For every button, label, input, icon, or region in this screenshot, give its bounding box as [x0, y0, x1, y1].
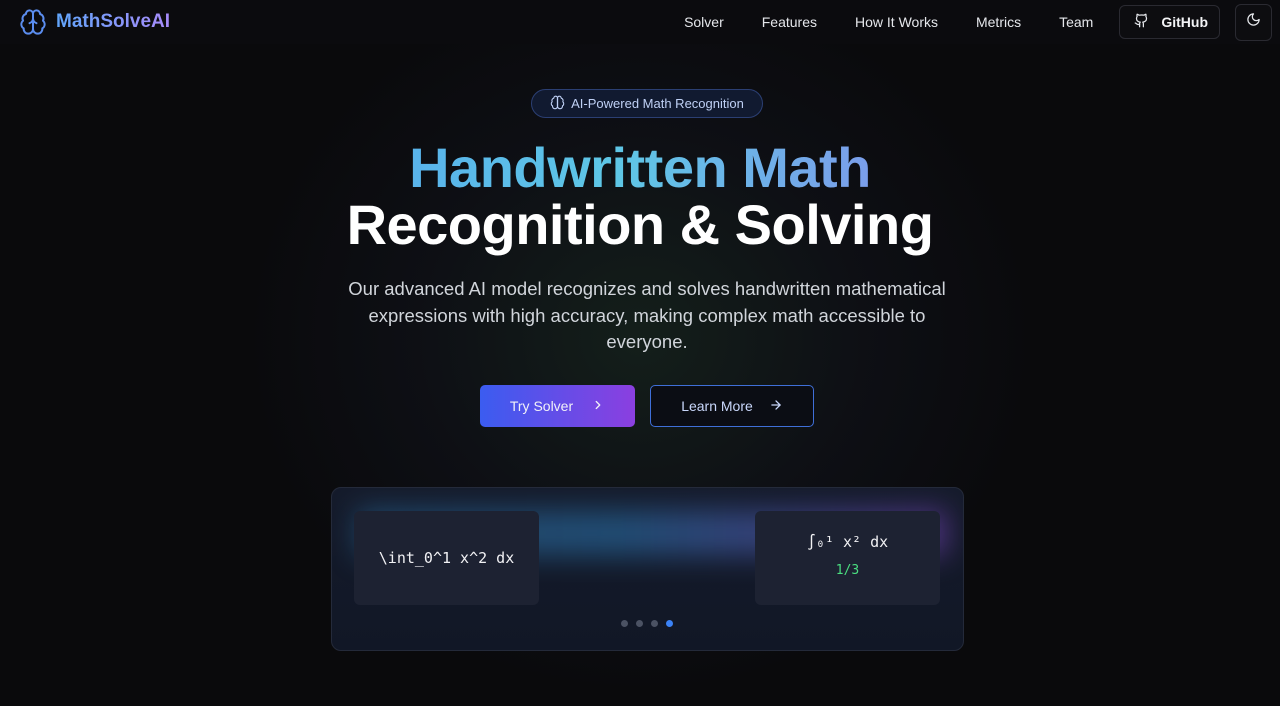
nav-link-features[interactable]: Features: [743, 14, 836, 30]
carousel-dot-4[interactable]: [666, 620, 673, 627]
rendered-expression: ∫₀¹ x² dx: [806, 532, 889, 551]
try-solver-button[interactable]: Try Solver: [480, 385, 635, 427]
arrow-right-icon: [769, 398, 783, 415]
theme-toggle-button[interactable]: [1235, 3, 1272, 41]
learn-more-label: Learn More: [681, 398, 753, 414]
brain-icon: [18, 7, 48, 37]
demo-carousel: \int_0^1 x^2 dx ∫₀¹ x² dx 1/3: [331, 487, 964, 651]
top-navbar: MathSolveAI Solver Features How It Works…: [0, 0, 1280, 44]
chevron-right-icon: [591, 398, 605, 415]
hero-badge-label: AI-Powered Math Recognition: [571, 96, 744, 111]
nav-link-solver[interactable]: Solver: [665, 14, 743, 30]
nav-link-metrics[interactable]: Metrics: [957, 14, 1040, 30]
learn-more-button[interactable]: Learn More: [650, 385, 814, 427]
result-panel: ∫₀¹ x² dx 1/3: [755, 511, 940, 605]
hero-title-line2: Recognition & Solving: [346, 193, 934, 256]
brand-logo-link[interactable]: MathSolveAI: [18, 7, 170, 37]
hero-badge: AI-Powered Math Recognition: [531, 89, 763, 118]
github-button[interactable]: GitHub: [1119, 5, 1220, 39]
carousel-dot-3[interactable]: [651, 620, 658, 627]
nav-link-team[interactable]: Team: [1040, 14, 1112, 30]
nav-menu: Solver Features How It Works Metrics Tea…: [665, 3, 1272, 41]
brand-name: MathSolveAI: [56, 11, 171, 32]
github-label: GitHub: [1161, 14, 1208, 30]
brain-icon: [550, 95, 565, 113]
carousel-indicators: [621, 620, 673, 627]
input-latex: \int_0^1 x^2 dx: [378, 549, 515, 567]
hero-subtitle: Our advanced AI model recognizes and sol…: [348, 278, 946, 352]
input-expression-panel: \int_0^1 x^2 dx: [354, 511, 539, 605]
result-value: 1/3: [835, 562, 860, 578]
nav-link-how-it-works[interactable]: How It Works: [836, 14, 957, 30]
github-icon: [1134, 13, 1149, 31]
hero-title-line1: Handwritten Math: [0, 138, 1280, 198]
moon-icon: [1246, 12, 1261, 32]
carousel-dot-2[interactable]: [636, 620, 643, 627]
carousel-dot-1[interactable]: [621, 620, 628, 627]
try-solver-label: Try Solver: [509, 398, 574, 414]
